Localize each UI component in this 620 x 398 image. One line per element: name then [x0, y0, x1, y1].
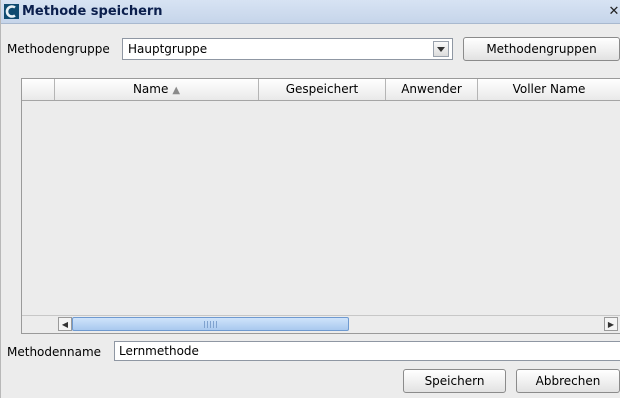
arrow-left-icon[interactable]: ◀ — [58, 317, 72, 331]
method-groups-button[interactable]: Methodengruppen — [463, 37, 620, 61]
method-group-select[interactable]: Hauptgruppe — [122, 38, 453, 60]
title-bar[interactable]: Methode speichern ✕ — [1, 0, 620, 24]
column-header-name-label: Name — [132, 82, 169, 96]
column-header-full-name-label: Voller Name — [512, 82, 586, 96]
horizontal-scrollbar[interactable]: ◀ ▶ — [22, 315, 620, 333]
scroll-thumb[interactable] — [72, 317, 349, 331]
scroll-grip — [203, 321, 218, 328]
close-icon[interactable]: ✕ — [608, 5, 620, 18]
table-header: Name ▲ Gespeichert Anwender Voller Name — [22, 79, 620, 101]
column-header-name[interactable]: Name ▲ — [55, 79, 259, 100]
column-header-full-name[interactable]: Voller Name — [478, 79, 620, 100]
method-group-label: Methodengruppe — [7, 42, 110, 56]
method-group-value: Hauptgruppe — [128, 42, 208, 56]
table-body — [22, 101, 620, 315]
method-name-field[interactable]: Lernmethode — [114, 341, 620, 361]
method-name-value: Lernmethode — [119, 344, 199, 358]
methods-table: Name ▲ Gespeichert Anwender Voller Name ◀… — [21, 78, 620, 334]
dialog-title: Methode speichern — [22, 4, 163, 19]
column-header-select[interactable] — [22, 79, 55, 100]
sort-ascending-icon: ▲ — [172, 85, 181, 96]
column-header-user-label: Anwender — [401, 82, 462, 96]
column-header-saved[interactable]: Gespeichert — [259, 79, 386, 100]
cancel-button[interactable]: Abbrechen — [516, 369, 620, 393]
chevron-down-icon[interactable] — [433, 41, 449, 57]
app-logo-icon — [4, 4, 19, 19]
save-button[interactable]: Speichern — [403, 369, 506, 393]
arrow-right-icon[interactable]: ▶ — [604, 317, 618, 331]
method-name-label: Methodenname — [7, 345, 102, 359]
save-method-dialog: Methode speichern ✕ Methodengruppe Haupt… — [0, 0, 620, 398]
column-header-saved-label: Gespeichert — [285, 82, 359, 96]
column-header-user[interactable]: Anwender — [386, 79, 478, 100]
